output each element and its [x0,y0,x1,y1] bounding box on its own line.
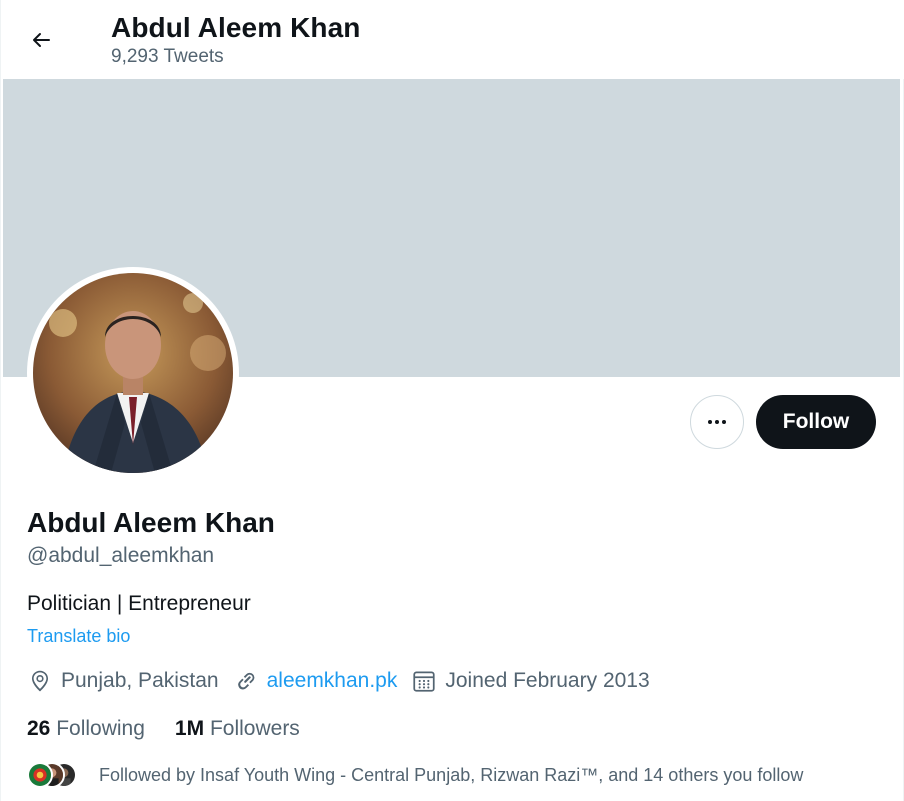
joined-text: Joined February 2013 [445,669,650,692]
website-link[interactable]: aleemkhan.pk [267,669,398,693]
following-stat[interactable]: 26 Following [27,716,145,742]
followers-you-know-avatars [27,760,83,790]
profile-header: Abdul Aleem Khan 9,293 Tweets [1,0,904,79]
calendar-icon [413,671,435,692]
back-button[interactable] [21,20,61,60]
following-label: Following [56,717,145,740]
header-tweet-count: 9,293 Tweets [111,46,224,67]
avatar-photo [33,273,233,473]
follow-button[interactable]: Follow [756,395,876,449]
location-pin-icon [31,670,49,692]
more-horizontal-icon [708,420,726,424]
profile-name: Abdul Aleem Khan [27,507,275,538]
location-item: Punjab, Pakistan [27,668,219,694]
arrow-left-icon [33,33,50,47]
follower-avatar [27,762,53,788]
followers-label: Followers [209,717,300,740]
location-text: Punjab, Pakistan [61,669,219,692]
website-item: aleemkhan.pk [233,668,398,694]
followers-count: 1M [174,717,205,740]
profile-meta: Punjab, Pakistan aleemkhan.pk Joined Feb… [27,666,664,696]
link-icon [237,672,254,690]
followed-by-text: Followed by Insaf Youth Wing - Central P… [99,765,804,785]
translate-bio-link[interactable]: Translate bio [27,625,130,647]
profile-bio: Politician | Entrepreneur [27,592,251,615]
follow-stats: 26 Following 1M Followers [27,716,330,742]
followers-stat[interactable]: 1M Followers [175,716,300,742]
followed-by[interactable]: Followed by Insaf Youth Wing - Central P… [27,760,803,790]
profile-column: Abdul Aleem Khan 9,293 Tweets Follow Abd… [0,0,904,801]
following-count: 26 [27,717,51,740]
profile-handle: @abdul_aleemkhan [27,544,215,567]
profile-avatar[interactable] [27,267,239,479]
joined-item: Joined February 2013 [411,668,650,694]
more-button[interactable] [690,395,744,449]
header-title: Abdul Aleem Khan [111,12,361,43]
